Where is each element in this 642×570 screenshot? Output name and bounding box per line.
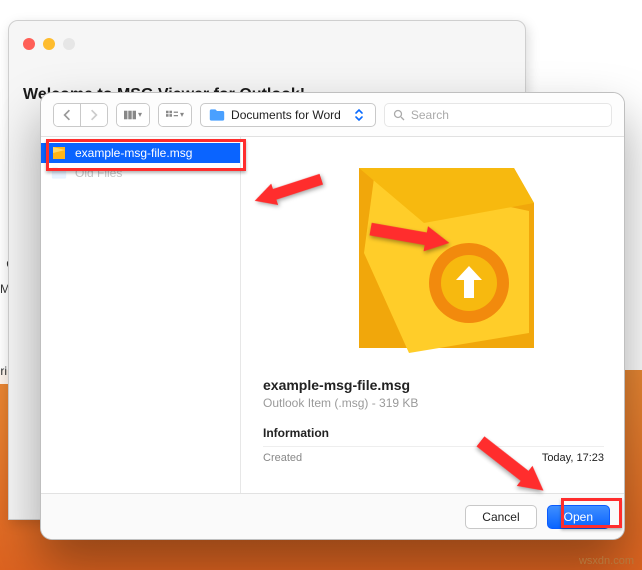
forward-button[interactable] [80, 104, 107, 126]
nav-back-forward[interactable] [53, 103, 108, 127]
preview-subtitle: Outlook Item (.msg) - 319 KB [263, 396, 604, 410]
created-label: Created [263, 452, 302, 464]
search-icon [393, 109, 405, 121]
view-mode-select[interactable]: ▾ [116, 103, 150, 127]
list-item: Old Files [41, 163, 240, 183]
file-name: Old Files [75, 166, 122, 180]
created-value: Today, 17:23 [542, 452, 604, 464]
open-button[interactable]: Open [547, 505, 610, 529]
info-heading: Information [263, 426, 604, 440]
column-view-icon[interactable]: ▾ [117, 104, 149, 126]
folder-icon [51, 166, 67, 180]
search-input[interactable]: Search [384, 103, 612, 127]
back-button[interactable] [54, 104, 80, 126]
folder-icon [209, 108, 225, 122]
dialog-footer: Cancel Open [41, 493, 624, 539]
open-file-dialog: ▾ ▾ Documents for Word Search example-ms… [40, 92, 625, 540]
file-name: example-msg-file.msg [75, 146, 192, 160]
chevron-up-down-icon [351, 107, 367, 123]
info-row-created: Created Today, 17:23 [263, 446, 604, 464]
grouping-select[interactable]: ▾ [158, 103, 192, 127]
file-list[interactable]: example-msg-file.msg Old Files [41, 137, 241, 493]
cancel-button[interactable]: Cancel [465, 505, 536, 529]
close-icon[interactable] [23, 38, 35, 50]
window-titlebar [9, 21, 525, 66]
preview-pane: example-msg-file.msg Outlook Item (.msg)… [241, 137, 624, 493]
location-label: Documents for Word [231, 108, 341, 122]
preview-thumbnail [263, 149, 604, 367]
grouping-icon[interactable]: ▾ [159, 104, 191, 126]
zoom-icon[interactable] [63, 38, 75, 50]
preview-filename: example-msg-file.msg [263, 377, 604, 393]
location-popup[interactable]: Documents for Word [200, 103, 376, 127]
msg-file-icon [51, 146, 67, 160]
list-item[interactable]: example-msg-file.msg [41, 143, 240, 163]
search-placeholder: Search [411, 108, 449, 122]
dialog-toolbar: ▾ ▾ Documents for Word Search [41, 93, 624, 137]
minimize-icon[interactable] [43, 38, 55, 50]
watermark: wsxdn.com [579, 555, 634, 567]
